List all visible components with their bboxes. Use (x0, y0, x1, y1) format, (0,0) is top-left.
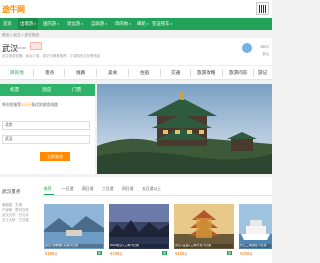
city-badge-icon (30, 42, 42, 50)
filter-4day[interactable]: 四日游 (122, 187, 133, 192)
weather-desc: 多云 (262, 52, 269, 56)
chevron-down-icon: ▾ (34, 22, 36, 26)
tab-qa[interactable]: 旅游问答 (229, 66, 247, 80)
chevron-down-icon: ▾ (129, 22, 131, 26)
filter-5day-plus[interactable]: 五日游以上 (142, 187, 161, 192)
filter-2day[interactable]: 两日游 (82, 187, 93, 192)
tour-caption: 长江三峡游轮 6日游 (240, 244, 271, 248)
qr-code-icon[interactable] (256, 2, 269, 15)
tour-caption: 武汉+黄鹤楼+东湖 2日游 (45, 244, 103, 248)
attractions-list: 武汉景点 黄鹤楼 · 东湖 户部巷 · 楚河汉街 武汉大学 · 归元寺 长江大桥… (0, 177, 40, 263)
nav-visa[interactable]: 签证租车▾ (152, 18, 172, 30)
tour-image: 武汉+宜昌+三峡大坝 4日游 (174, 204, 234, 249)
city-header: 武汉 Wuhan 武汉旅游攻略，景点介绍，游记与美食推荐，江城特色文化等信息 2… (0, 38, 272, 65)
tour-price: ¥258起 (240, 251, 253, 256)
nav-destinations[interactable]: 目的地▾ (115, 18, 131, 30)
city-pinyin: Wuhan (15, 46, 27, 50)
promo-badge: 促 (226, 251, 232, 255)
tab-flights[interactable]: 机票 (10, 84, 19, 96)
tab-attractions[interactable]: 景点 (45, 66, 54, 80)
tour-price: ¥168起 (45, 251, 58, 256)
chevron-down-icon: ▾ (81, 22, 83, 26)
search-panel: 机票 酒店 门票 将向您推荐24万+条优质旅游线路 北京 武汉 立即查询 (0, 84, 95, 174)
filter-3day[interactable]: 三日游 (102, 187, 113, 192)
tab-hotels[interactable]: 住宿 (140, 66, 149, 80)
promo-badge: 促 (161, 251, 167, 255)
nav-cruise[interactable]: 邮轮▾ (137, 18, 148, 30)
tour-image: 2020武汉+三峡 5日游 (109, 204, 169, 249)
tour-caption: 武汉+宜昌+三峡大坝 4日游 (175, 244, 233, 248)
search-tabs: 机票 酒店 门票 (0, 84, 95, 96)
chevron-down-icon: ▾ (57, 22, 59, 26)
chevron-down-icon: ▾ (105, 22, 107, 26)
tour-card[interactable]: 武汉+黄鹤楼+东湖 2日游 ¥168起 促 (44, 204, 104, 261)
weather-widget: 25°C 多云 (239, 43, 269, 63)
city-subtitle: 武汉旅游攻略，景点介绍，游记与美食推荐，江城特色文化等信息 (2, 54, 101, 58)
attractions-title: 武汉景点 (2, 189, 21, 194)
tour-card[interactable]: 武汉+宜昌+三峡大坝 4日游 ¥158起 促 (174, 204, 234, 261)
search-prompt: 将向您推荐24万+条优质旅游线路 (2, 103, 58, 107)
nav-self-guided[interactable]: 自助游▾ (91, 18, 107, 30)
tour-image: 武汉+黄鹤楼+东湖 2日游 (44, 204, 104, 249)
tour-price: ¥198起 (110, 251, 123, 256)
weather-icon (242, 43, 252, 53)
tab-destination[interactable]: 目的地 (10, 66, 24, 80)
recommendations-section: 武汉景点 黄鹤楼 · 东湖 户部巷 · 楚河汉街 武汉大学 · 归元寺 长江大桥… (0, 177, 272, 263)
tab-tickets[interactable]: 门票 (72, 84, 81, 96)
filter-recommended[interactable]: 推荐 (44, 187, 52, 192)
tour-image: 长江三峡游轮 6日游 (239, 204, 272, 249)
tour-card[interactable]: 2020武汉+三峡 5日游 ¥198起 促 (109, 204, 169, 261)
nav-nearby[interactable]: 周边游▾ (67, 18, 83, 30)
nav-home[interactable]: 首页 (3, 18, 12, 30)
list-item[interactable]: 长江大桥 · 江汉路 (2, 217, 29, 222)
promo-badge: 促 (96, 251, 102, 255)
chevron-down-icon: ▾ (146, 22, 149, 26)
nav-domestic[interactable]: 国内游▾ (43, 18, 59, 30)
tab-travelogue[interactable]: 游记 (258, 66, 267, 80)
site-logo[interactable]: 途牛网 (2, 4, 25, 15)
tab-guides[interactable]: 旅游攻略 (197, 66, 215, 80)
top-bar: 途牛网 (0, 0, 272, 18)
to-city-field[interactable]: 武汉 (2, 135, 90, 144)
from-city-field[interactable]: 北京 (2, 121, 90, 130)
nav-outbound[interactable]: 出境游▾ (18, 18, 38, 30)
tab-food[interactable]: 美食 (108, 66, 117, 80)
main-nav: 首页 出境游▾ 国内游▾ 周边游▾ 自助游▾ 目的地▾ 邮轮▾ 签证租车▾ (0, 18, 272, 30)
tour-price: ¥158起 (175, 251, 188, 256)
tab-hotel[interactable]: 酒店 (42, 84, 51, 96)
chevron-down-icon: ▾ (170, 22, 173, 26)
tour-caption: 2020武汉+三峡 5日游 (110, 244, 168, 248)
tour-card[interactable]: 长江三峡游轮 6日游 ¥258起 (239, 204, 272, 261)
weather-temp: 25°C (260, 45, 269, 49)
tab-routes[interactable]: 线路 (76, 66, 85, 80)
search-button[interactable]: 立即查询 (40, 152, 70, 161)
category-bar: 目的地 景点 线路 美食 住宿 交通 旅游攻略 旅游问答 游记 (0, 65, 272, 80)
hero-image (97, 84, 272, 174)
tab-transport[interactable]: 交通 (171, 66, 180, 80)
filter-1day[interactable]: 一日游 (62, 187, 73, 192)
